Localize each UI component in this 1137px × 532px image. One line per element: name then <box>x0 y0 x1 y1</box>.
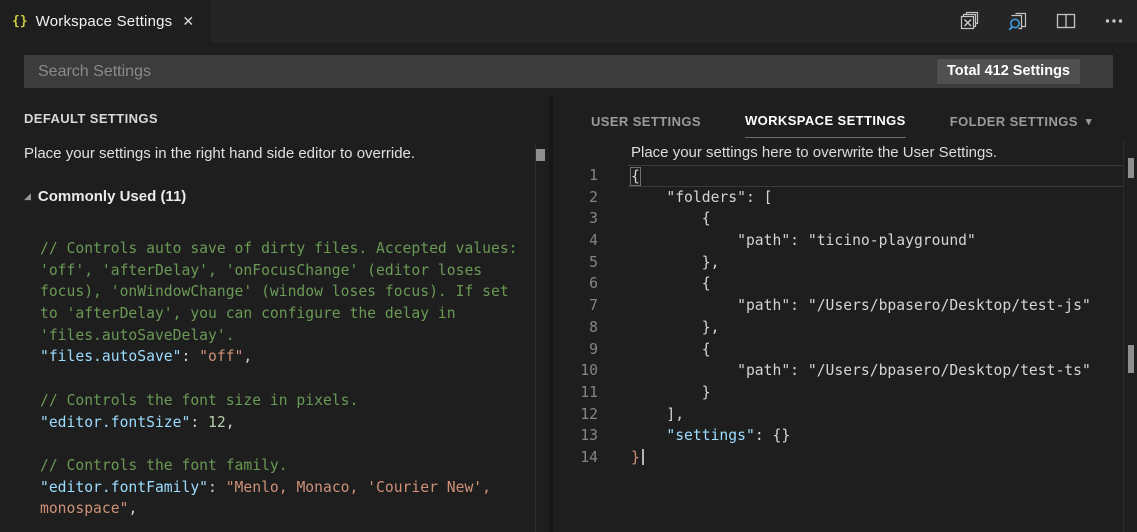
tab-label: WORKSPACE SETTINGS <box>745 113 906 128</box>
tab-label: USER SETTINGS <box>591 114 701 129</box>
close-all-editors-icon[interactable] <box>959 10 981 32</box>
tab-label: FOLDER SETTINGS <box>950 114 1078 129</box>
code-line[interactable] <box>40 433 518 455</box>
tab-title: Workspace Settings <box>36 13 173 30</box>
editor-title-actions <box>959 0 1137 42</box>
code-line[interactable] <box>40 368 518 390</box>
code-line[interactable]: to 'afterDelay', you can configure the d… <box>40 303 518 325</box>
line-number[interactable]: 10 <box>553 360 628 382</box>
tab-user-settings[interactable]: USER SETTINGS <box>591 113 701 138</box>
left-scrollbar-thumb[interactable] <box>536 149 545 161</box>
code-line[interactable]: 11 } <box>553 382 1123 404</box>
chevron-down-icon: ▾ <box>1086 115 1092 128</box>
line-number[interactable]: 2 <box>553 187 628 209</box>
line-number[interactable]: 3 <box>553 208 628 230</box>
right-scrollbar-thumb-mid[interactable] <box>1128 345 1134 373</box>
total-settings-badge: Total 412 Settings <box>937 59 1080 84</box>
default-settings-header: DEFAULT SETTINGS <box>24 111 158 126</box>
default-settings-pane: DEFAULT SETTINGS Place your settings in … <box>0 95 549 532</box>
code-line[interactable]: 3 { <box>553 208 1123 230</box>
workspace-settings-notice: Place your settings here to overwrite th… <box>631 144 997 161</box>
section-commonly-used[interactable]: ◢ Commonly Used (11) <box>24 188 186 205</box>
section-label: Commonly Used (11) <box>38 188 186 205</box>
line-number[interactable]: 1 <box>553 165 628 187</box>
code-line[interactable]: monospace", <box>40 498 518 520</box>
line-number[interactable]: 5 <box>553 252 628 274</box>
tab-workspace-settings[interactable]: WORKSPACE SETTINGS <box>745 113 906 138</box>
code-line[interactable]: 1{ <box>553 165 1123 187</box>
editor-tab-workspace-settings[interactable]: {} Workspace Settings ✕ <box>0 0 211 42</box>
code-line[interactable]: "editor.fontFamily": "Menlo, Monaco, 'Co… <box>40 477 518 499</box>
settings-scope-tabs: USER SETTINGS WORKSPACE SETTINGS FOLDER SE… <box>591 113 1092 138</box>
code-line[interactable]: // Controls the font size in pixels. <box>40 390 518 412</box>
text-cursor <box>642 449 644 465</box>
code-line[interactable]: 14} <box>553 447 1123 469</box>
code-line[interactable]: 7 "path": "/Users/bpasero/Desktop/test-j… <box>553 295 1123 317</box>
settings-split-view: DEFAULT SETTINGS Place your settings in … <box>0 95 1137 532</box>
line-number[interactable]: 8 <box>553 317 628 339</box>
tab-folder-settings[interactable]: FOLDER SETTINGS ▾ <box>950 113 1092 138</box>
code-line[interactable]: 12 ], <box>553 404 1123 426</box>
code-line[interactable]: 8 }, <box>553 317 1123 339</box>
code-line[interactable]: 'off', 'afterDelay', 'onFocusChange' (ed… <box>40 260 518 282</box>
line-number[interactable]: 11 <box>553 382 628 404</box>
line-number[interactable]: 14 <box>553 447 628 469</box>
workspace-settings-pane: USER SETTINGS WORKSPACE SETTINGS FOLDER SE… <box>553 95 1137 532</box>
search-editors-icon[interactable] <box>1007 10 1029 32</box>
line-number[interactable]: 13 <box>553 425 628 447</box>
default-settings-code[interactable]: // Controls auto save of dirty files. Ac… <box>40 238 518 520</box>
twistie-expanded-icon: ◢ <box>24 191 31 202</box>
code-line[interactable]: "editor.fontSize": 12, <box>40 412 518 434</box>
code-line[interactable]: 6 { <box>553 273 1123 295</box>
split-editor-icon[interactable] <box>1055 10 1077 32</box>
right-scrollbar[interactable] <box>1123 140 1137 532</box>
code-line[interactable]: // Controls auto save of dirty files. Ac… <box>40 238 518 260</box>
code-line[interactable]: focus), 'onWindowChange' (window loses f… <box>40 281 518 303</box>
overview-ruler <box>535 143 536 532</box>
line-number[interactable]: 9 <box>553 339 628 361</box>
code-line[interactable]: 'files.autoSaveDelay'. <box>40 325 518 347</box>
json-braces-file-icon: {} <box>12 14 28 29</box>
settings-search-row: Total 412 Settings <box>0 42 1137 95</box>
default-settings-description: Place your settings in the right hand si… <box>24 145 415 162</box>
line-number[interactable]: 6 <box>553 273 628 295</box>
workspace-settings-code[interactable]: 1{2 "folders": [3 {4 "path": "ticino-pla… <box>553 165 1123 469</box>
code-line[interactable]: 13 "settings": {} <box>553 425 1123 447</box>
line-number[interactable]: 7 <box>553 295 628 317</box>
settings-editor: {} Workspace Settings ✕ <box>0 0 1137 532</box>
line-number[interactable]: 12 <box>553 404 628 426</box>
right-scrollbar-thumb-top[interactable] <box>1128 158 1134 178</box>
line-number[interactable]: 4 <box>553 230 628 252</box>
code-line[interactable]: 2 "folders": [ <box>553 187 1123 209</box>
code-line[interactable]: "files.autoSave": "off", <box>40 346 518 368</box>
code-line[interactable]: 10 "path": "/Users/bpasero/Desktop/test-… <box>553 360 1123 382</box>
more-actions-icon[interactable] <box>1103 10 1125 32</box>
code-line[interactable]: // Controls the font family. <box>40 455 518 477</box>
code-line[interactable]: 5 }, <box>553 252 1123 274</box>
code-line[interactable]: 4 "path": "ticino-playground" <box>553 230 1123 252</box>
code-line[interactable]: 9 { <box>553 339 1123 361</box>
close-tab-icon[interactable]: ✕ <box>182 13 194 30</box>
editor-tab-bar: {} Workspace Settings ✕ <box>0 0 1137 42</box>
